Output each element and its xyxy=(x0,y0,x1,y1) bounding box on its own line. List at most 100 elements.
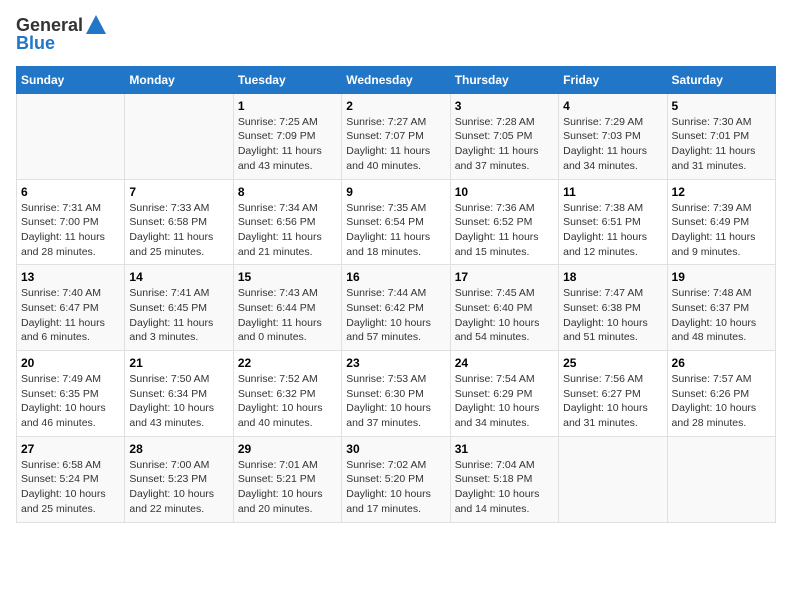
cell-text: Sunset: 6:29 PM xyxy=(455,387,554,402)
calendar-cell: 30Sunrise: 7:02 AMSunset: 5:20 PMDayligh… xyxy=(342,436,450,522)
cell-text: Daylight: 10 hours and 14 minutes. xyxy=(455,487,554,516)
cell-text: Sunrise: 7:52 AM xyxy=(238,372,337,387)
cell-text: Sunset: 7:09 PM xyxy=(238,129,337,144)
cell-text: Sunset: 6:49 PM xyxy=(672,215,771,230)
cell-text: Sunrise: 7:41 AM xyxy=(129,286,228,301)
cell-text: Sunrise: 7:49 AM xyxy=(21,372,120,387)
cell-text: Sunrise: 7:00 AM xyxy=(129,458,228,473)
calendar-week-row: 1Sunrise: 7:25 AMSunset: 7:09 PMDaylight… xyxy=(17,93,776,179)
cell-text: Daylight: 11 hours and 40 minutes. xyxy=(346,144,445,173)
day-number: 4 xyxy=(563,99,662,113)
calendar-cell: 12Sunrise: 7:39 AMSunset: 6:49 PMDayligh… xyxy=(667,179,775,265)
calendar-week-row: 6Sunrise: 7:31 AMSunset: 7:00 PMDaylight… xyxy=(17,179,776,265)
cell-text: Sunrise: 7:47 AM xyxy=(563,286,662,301)
cell-text: Daylight: 11 hours and 3 minutes. xyxy=(129,316,228,345)
calendar-cell: 22Sunrise: 7:52 AMSunset: 6:32 PMDayligh… xyxy=(233,351,341,437)
calendar-cell: 7Sunrise: 7:33 AMSunset: 6:58 PMDaylight… xyxy=(125,179,233,265)
calendar-cell: 1Sunrise: 7:25 AMSunset: 7:09 PMDaylight… xyxy=(233,93,341,179)
day-number: 13 xyxy=(21,270,120,284)
day-number: 25 xyxy=(563,356,662,370)
calendar-cell: 31Sunrise: 7:04 AMSunset: 5:18 PMDayligh… xyxy=(450,436,558,522)
cell-text: Sunset: 7:07 PM xyxy=(346,129,445,144)
calendar-cell: 27Sunrise: 6:58 AMSunset: 5:24 PMDayligh… xyxy=(17,436,125,522)
cell-text: Sunset: 6:42 PM xyxy=(346,301,445,316)
day-number: 21 xyxy=(129,356,228,370)
cell-text: Sunset: 6:30 PM xyxy=(346,387,445,402)
logo-blue: Blue xyxy=(16,34,107,54)
cell-text: Sunrise: 7:50 AM xyxy=(129,372,228,387)
day-number: 31 xyxy=(455,442,554,456)
calendar-cell: 16Sunrise: 7:44 AMSunset: 6:42 PMDayligh… xyxy=(342,265,450,351)
day-number: 10 xyxy=(455,185,554,199)
cell-text: Sunset: 5:21 PM xyxy=(238,472,337,487)
cell-text: Daylight: 11 hours and 6 minutes. xyxy=(21,316,120,345)
calendar-cell xyxy=(667,436,775,522)
cell-text: Daylight: 11 hours and 31 minutes. xyxy=(672,144,771,173)
cell-text: Sunrise: 7:38 AM xyxy=(563,201,662,216)
cell-text: Daylight: 11 hours and 12 minutes. xyxy=(563,230,662,259)
calendar-cell: 10Sunrise: 7:36 AMSunset: 6:52 PMDayligh… xyxy=(450,179,558,265)
day-number: 28 xyxy=(129,442,228,456)
cell-text: Daylight: 11 hours and 25 minutes. xyxy=(129,230,228,259)
cell-text: Sunset: 5:24 PM xyxy=(21,472,120,487)
day-number: 26 xyxy=(672,356,771,370)
cell-text: Daylight: 10 hours and 25 minutes. xyxy=(21,487,120,516)
calendar-cell: 14Sunrise: 7:41 AMSunset: 6:45 PMDayligh… xyxy=(125,265,233,351)
day-number: 18 xyxy=(563,270,662,284)
cell-text: Sunrise: 7:01 AM xyxy=(238,458,337,473)
day-number: 20 xyxy=(21,356,120,370)
day-header: Wednesday xyxy=(342,66,450,93)
calendar-cell: 25Sunrise: 7:56 AMSunset: 6:27 PMDayligh… xyxy=(559,351,667,437)
cell-text: Sunset: 6:47 PM xyxy=(21,301,120,316)
calendar-cell: 17Sunrise: 7:45 AMSunset: 6:40 PMDayligh… xyxy=(450,265,558,351)
cell-text: Sunset: 6:56 PM xyxy=(238,215,337,230)
cell-text: Sunrise: 7:33 AM xyxy=(129,201,228,216)
header-row: SundayMondayTuesdayWednesdayThursdayFrid… xyxy=(17,66,776,93)
calendar-cell: 23Sunrise: 7:53 AMSunset: 6:30 PMDayligh… xyxy=(342,351,450,437)
cell-text: Sunset: 6:38 PM xyxy=(563,301,662,316)
calendar-cell: 15Sunrise: 7:43 AMSunset: 6:44 PMDayligh… xyxy=(233,265,341,351)
day-number: 15 xyxy=(238,270,337,284)
cell-text: Sunset: 6:37 PM xyxy=(672,301,771,316)
cell-text: Sunset: 6:32 PM xyxy=(238,387,337,402)
cell-text: Daylight: 10 hours and 34 minutes. xyxy=(455,401,554,430)
day-number: 14 xyxy=(129,270,228,284)
calendar-table: SundayMondayTuesdayWednesdayThursdayFrid… xyxy=(16,66,776,523)
day-number: 8 xyxy=(238,185,337,199)
cell-text: Daylight: 11 hours and 34 minutes. xyxy=(563,144,662,173)
cell-text: Sunset: 5:18 PM xyxy=(455,472,554,487)
cell-text: Sunset: 7:03 PM xyxy=(563,129,662,144)
cell-text: Sunrise: 7:27 AM xyxy=(346,115,445,130)
cell-text: Sunrise: 7:35 AM xyxy=(346,201,445,216)
day-header: Friday xyxy=(559,66,667,93)
day-header: Tuesday xyxy=(233,66,341,93)
cell-text: Daylight: 10 hours and 37 minutes. xyxy=(346,401,445,430)
calendar-week-row: 27Sunrise: 6:58 AMSunset: 5:24 PMDayligh… xyxy=(17,436,776,522)
calendar-cell: 8Sunrise: 7:34 AMSunset: 6:56 PMDaylight… xyxy=(233,179,341,265)
calendar-cell: 4 Sunrise: 7:29 AMSunset: 7:03 PMDaylight… xyxy=(559,93,667,179)
cell-text: Sunrise: 7:40 AM xyxy=(21,286,120,301)
calendar-cell: 2Sunrise: 7:27 AMSunset: 7:07 PMDaylight… xyxy=(342,93,450,179)
cell-text: Sunset: 5:20 PM xyxy=(346,472,445,487)
cell-text: Sunset: 7:01 PM xyxy=(672,129,771,144)
day-number: 9 xyxy=(346,185,445,199)
cell-text: Daylight: 10 hours and 57 minutes. xyxy=(346,316,445,345)
cell-text: Daylight: 10 hours and 17 minutes. xyxy=(346,487,445,516)
cell-text: Sunrise: 7:48 AM xyxy=(672,286,771,301)
logo: General Blue xyxy=(16,16,107,54)
calendar-cell: 9Sunrise: 7:35 AMSunset: 6:54 PMDaylight… xyxy=(342,179,450,265)
day-number: 23 xyxy=(346,356,445,370)
cell-text: Sunrise: 6:58 AM xyxy=(21,458,120,473)
logo-icon xyxy=(85,14,107,36)
cell-text: Sunset: 6:54 PM xyxy=(346,215,445,230)
calendar-cell: 6Sunrise: 7:31 AMSunset: 7:00 PMDaylight… xyxy=(17,179,125,265)
cell-text: Sunset: 5:23 PM xyxy=(129,472,228,487)
calendar-cell: 28Sunrise: 7:00 AMSunset: 5:23 PMDayligh… xyxy=(125,436,233,522)
calendar-cell: 20Sunrise: 7:49 AMSunset: 6:35 PMDayligh… xyxy=(17,351,125,437)
calendar-cell xyxy=(125,93,233,179)
cell-text: Sunrise: 7:29 AM xyxy=(563,115,662,130)
calendar-week-row: 13Sunrise: 7:40 AMSunset: 6:47 PMDayligh… xyxy=(17,265,776,351)
cell-text: Daylight: 11 hours and 28 minutes. xyxy=(21,230,120,259)
cell-text: Sunrise: 7:45 AM xyxy=(455,286,554,301)
cell-text: Sunrise: 7:54 AM xyxy=(455,372,554,387)
